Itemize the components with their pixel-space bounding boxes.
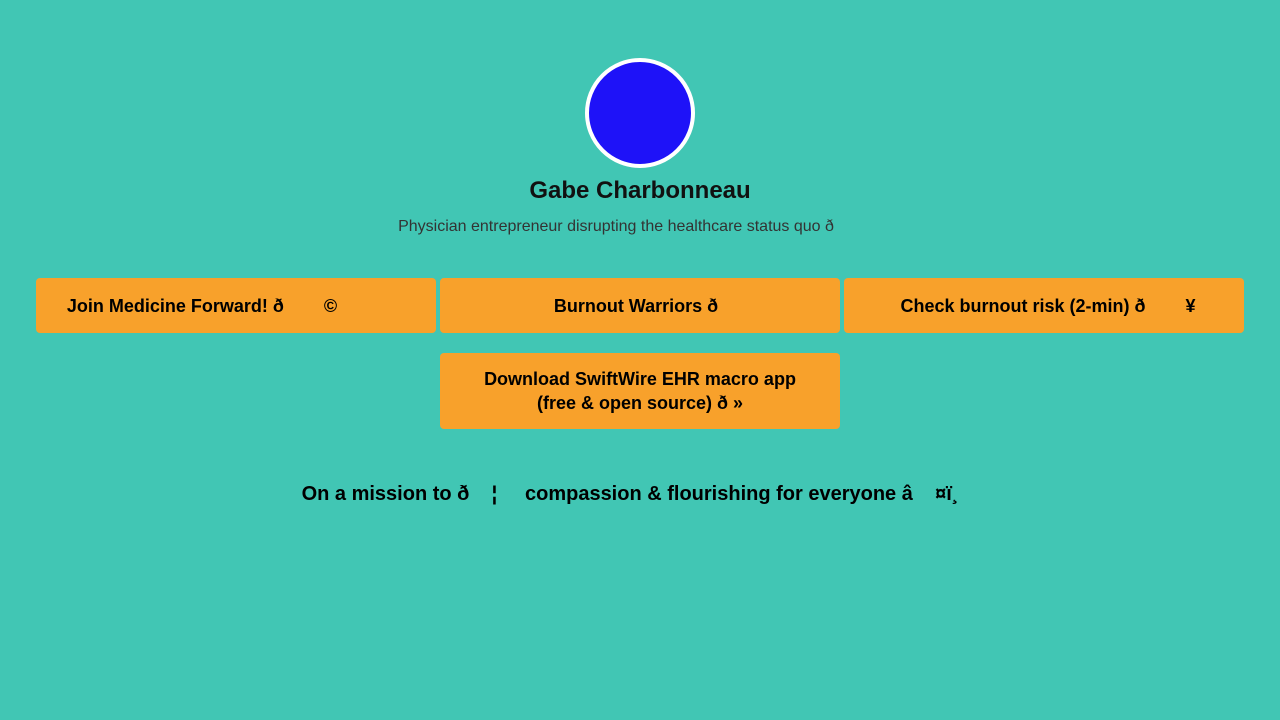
profile-name: Gabe Charbonneau [529,177,751,204]
link-button-label: Burnout Warriors ð [553,295,719,316]
link-page: Gabe Charbonneau Physician entrepreneur … [0,0,1280,720]
mission-statement: On a mission to ð ¦ compassion & flouris… [301,483,959,505]
link-button-check-burnout-risk[interactable]: Check burnout risk (2-min) ð ¥ [844,278,1244,333]
link-button-label: Join Medicine Forward! ð © [66,295,338,316]
link-button-label: Download SwiftWire EHR macro app (free &… [484,369,796,413]
profile-bio: Physician entrepreneur disrupting the he… [398,218,834,235]
link-button-download-swiftwire[interactable]: Download SwiftWire EHR macro app (free &… [440,353,840,429]
link-button-join-medicine-forward[interactable]: Join Medicine Forward! ð © [36,278,436,333]
link-button-label: Check burnout risk (2-min) ð ¥ [900,295,1196,316]
link-button-burnout-warriors[interactable]: Burnout Warriors ð [440,278,840,333]
avatar [585,58,695,168]
